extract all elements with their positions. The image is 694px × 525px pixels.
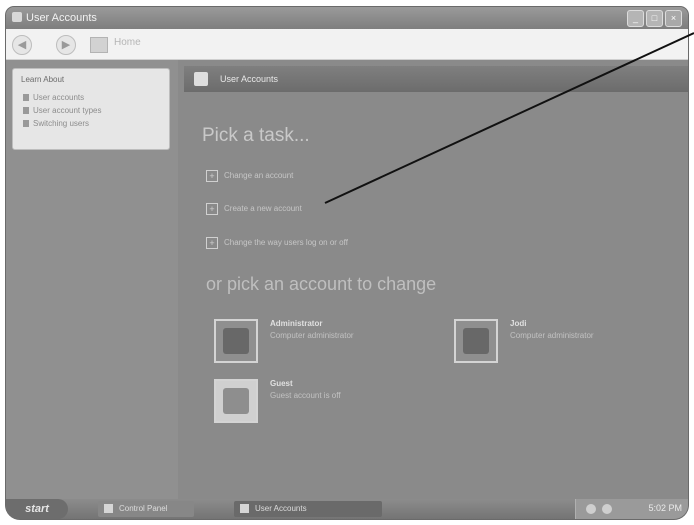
user-accounts-window: User Accounts _ □ × ◀ ▶ Home Learn About… <box>6 7 688 519</box>
maximize-button[interactable]: □ <box>646 10 663 27</box>
account-picture <box>214 319 258 363</box>
account-picture-icon <box>463 328 489 354</box>
help-icon <box>23 107 29 115</box>
clock: 5:02 PM <box>648 503 682 513</box>
main-content: User Accounts Pick a task... + Change an … <box>178 60 688 505</box>
account-name: Administrator <box>270 319 323 328</box>
window-title: User Accounts <box>26 12 97 24</box>
arrow-icon: + <box>206 237 218 249</box>
task-change-account[interactable]: + Change an account <box>206 170 293 182</box>
pick-a-task-heading: Pick a task... <box>202 125 310 146</box>
account-name: Jodi <box>510 319 527 328</box>
taskbar-item-label: Control Panel <box>119 504 168 513</box>
account-role: Computer administrator <box>270 331 354 340</box>
task-create-account[interactable]: + Create a new account <box>206 203 302 215</box>
header-bar: User Accounts <box>184 66 688 92</box>
title-bar[interactable]: User Accounts _ □ × <box>6 7 688 29</box>
window-controls: _ □ × <box>627 10 682 27</box>
app-icon <box>12 12 22 22</box>
account-role: Guest account is off <box>270 391 341 400</box>
help-icon <box>23 120 29 128</box>
arrow-icon: + <box>206 203 218 215</box>
account-picture <box>214 379 258 423</box>
forward-arrow-icon[interactable]: ▶ <box>56 35 76 55</box>
learn-item-user-accounts[interactable]: User accounts <box>23 93 84 102</box>
arrow-icon: + <box>206 170 218 182</box>
taskbar-item-user-accounts[interactable]: User Accounts <box>234 501 382 517</box>
minimize-button[interactable]: _ <box>627 10 644 27</box>
learn-item-label: User account types <box>33 106 102 115</box>
taskbar: start Control Panel User Accounts 5:02 P… <box>6 499 688 519</box>
left-task-pane: Learn About User accounts User account t… <box>6 60 178 505</box>
task-label: Create a new account <box>224 204 302 214</box>
task-label: Change the way users log on or off <box>224 238 348 248</box>
learn-about-panel: Learn About User accounts User account t… <box>12 68 170 150</box>
learn-item-account-types[interactable]: User account types <box>23 106 101 115</box>
home-icon[interactable] <box>90 37 108 53</box>
close-button[interactable]: × <box>665 10 682 27</box>
account-picture-icon <box>223 388 249 414</box>
learn-item-label: Switching users <box>33 119 90 128</box>
home-label[interactable]: Home <box>114 37 141 48</box>
back-arrow-icon[interactable]: ◀ <box>12 35 32 55</box>
start-button[interactable]: start <box>6 499 68 519</box>
taskbar-item-control-panel[interactable]: Control Panel <box>98 501 194 517</box>
tray-icon[interactable] <box>586 504 596 514</box>
learn-about-title: Learn About <box>21 75 65 84</box>
header-label: User Accounts <box>220 74 279 84</box>
tray-icon[interactable] <box>602 504 612 514</box>
account-picture <box>454 319 498 363</box>
learn-item-switching-users[interactable]: Switching users <box>23 119 89 128</box>
user-accounts-icon <box>194 72 208 86</box>
user-accounts-icon <box>240 504 249 514</box>
account-role: Computer administrator <box>510 331 594 340</box>
system-tray: 5:02 PM <box>575 499 688 519</box>
task-label: Change an account <box>224 171 294 181</box>
task-change-logon[interactable]: + Change the way users log on or off <box>206 237 348 249</box>
navigation-toolbar: ◀ ▶ Home <box>6 29 688 60</box>
control-panel-icon <box>104 504 113 514</box>
taskbar-item-label: User Accounts <box>255 504 307 513</box>
help-icon <box>23 94 29 102</box>
pick-account-heading: or pick an account to change <box>206 274 437 294</box>
account-picture-icon <box>223 328 249 354</box>
account-name: Guest <box>270 379 293 388</box>
learn-item-label: User accounts <box>33 93 85 102</box>
